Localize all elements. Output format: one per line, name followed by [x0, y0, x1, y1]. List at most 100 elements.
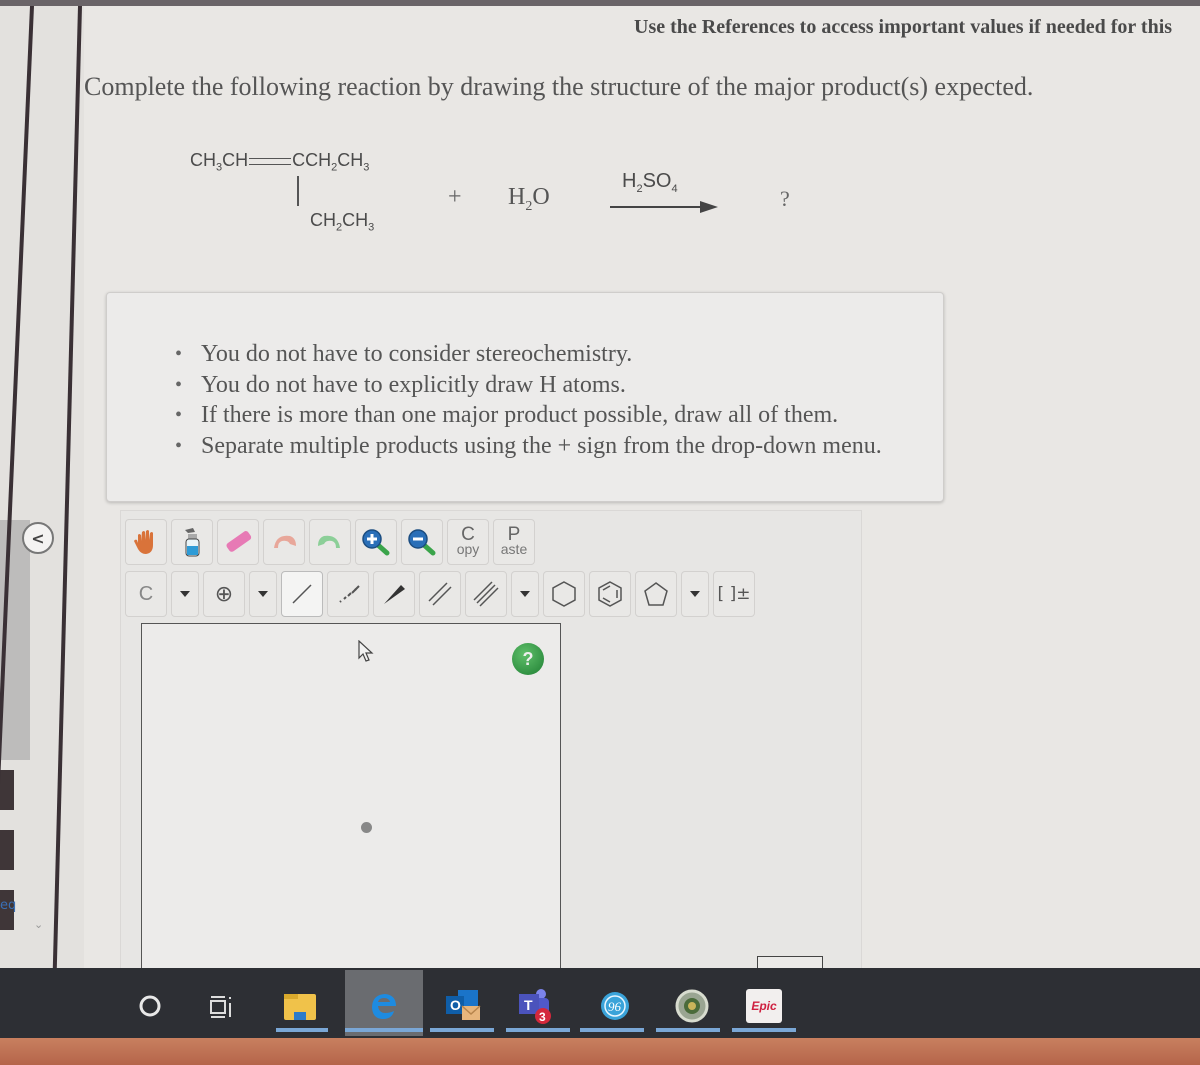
taskbar-file-explorer[interactable]: [280, 986, 320, 1026]
bracket-icon: [ ]±: [717, 584, 751, 604]
chevron-left-icon: <: [31, 528, 45, 548]
side-tab-label[interactable]: eq: [0, 898, 16, 913]
epic-label: Epic: [751, 999, 777, 1013]
outlook-icon: O: [446, 990, 481, 1020]
double-bond: [249, 157, 292, 165]
reactant-right-group: CCH2CH3: [292, 150, 370, 174]
svg-text:3: 3: [539, 1010, 546, 1024]
taskbar-cortana[interactable]: [130, 986, 170, 1026]
caret-down-icon: [258, 591, 268, 597]
move-tool-button[interactable]: [125, 519, 167, 565]
reagent-water: H2O: [508, 184, 550, 214]
toolbar-row-2: C ⊕ [ ]±: [125, 571, 755, 617]
collapse-panel-button[interactable]: <: [22, 522, 54, 554]
undo-icon: [274, 535, 296, 548]
cyclohexane-button[interactable]: [543, 571, 585, 617]
copy-button[interactable]: C opy: [447, 519, 489, 565]
side-tab[interactable]: [0, 770, 14, 810]
side-tab[interactable]: [0, 830, 14, 870]
clear-tool-button[interactable]: [171, 519, 213, 565]
caret-down-icon: [180, 591, 190, 597]
reaction-arrow: [610, 206, 704, 208]
charge-dropdown[interactable]: [249, 571, 277, 617]
taskbar-seal-app[interactable]: [672, 986, 712, 1026]
caret-down-icon: [690, 591, 700, 597]
references-note: Use the References to access important v…: [634, 16, 1173, 38]
copy-label-letter: C: [461, 524, 475, 545]
bond-dropdown[interactable]: [511, 571, 539, 617]
benzene-button[interactable]: [589, 571, 631, 617]
triple-bond-icon: [473, 581, 499, 607]
taskbar-epic[interactable]: Epic: [744, 986, 784, 1026]
toolbar-row-1: C opy P aste: [125, 519, 535, 565]
teams-icon: T3: [519, 989, 551, 1024]
hashed-bond-button[interactable]: [327, 571, 369, 617]
chevron-down-icon[interactable]: ⌄: [34, 918, 43, 931]
taskbar-running-indicator: [656, 1028, 720, 1032]
wedge-bond-button[interactable]: [373, 571, 415, 617]
double-bond-icon: [428, 582, 452, 606]
eraser-icon: [226, 531, 252, 552]
cyclopentane-button[interactable]: [635, 571, 677, 617]
epic-icon: Epic: [746, 989, 782, 1023]
triple-bond-button[interactable]: [465, 571, 507, 617]
atom-label: C: [138, 582, 154, 605]
screen-top-edge: [0, 0, 1200, 6]
taskbar-teams[interactable]: T3: [514, 986, 554, 1026]
ge-icon: 96: [601, 992, 629, 1020]
charge-plus-icon: ⊕: [214, 581, 234, 607]
zoom-out-button[interactable]: [401, 519, 443, 565]
charge-button[interactable]: ⊕: [203, 571, 245, 617]
wedge-bond-icon: [384, 585, 405, 604]
copy-label-rest: opy: [456, 541, 480, 557]
canvas-dot: [361, 822, 372, 833]
branch-bond: [297, 176, 299, 206]
zoom-in-button[interactable]: [355, 519, 397, 565]
atom-selector-button[interactable]: C: [125, 571, 167, 617]
atom-dropdown[interactable]: [171, 571, 199, 617]
taskbar-ge-app[interactable]: 96: [595, 986, 635, 1026]
redo-icon: [318, 535, 340, 548]
ring-dropdown[interactable]: [681, 571, 709, 617]
taskbar-outlook[interactable]: O: [443, 986, 483, 1026]
seal-icon: [675, 989, 709, 1023]
bracket-charge-button[interactable]: [ ]±: [713, 571, 755, 617]
arrow-head-icon: [700, 201, 718, 213]
svg-text:T: T: [524, 997, 533, 1013]
help-button[interactable]: ?: [512, 643, 544, 675]
instruction-item: You do not have to explicitly draw H ato…: [175, 370, 882, 401]
taskbar-task-view[interactable]: [202, 986, 242, 1026]
redo-button[interactable]: [309, 519, 351, 565]
taskbar-running-indicator: [506, 1028, 570, 1032]
taskbar-edge[interactable]: [364, 986, 404, 1026]
paste-label-rest: aste: [500, 541, 528, 557]
instruction-item: Separate multiple products using the + s…: [175, 431, 882, 462]
catalyst-label: H2SO4: [622, 170, 678, 195]
instructions-box: You do not have to consider stereochemis…: [106, 292, 944, 502]
reactant-branch: CH2CH3: [310, 210, 375, 234]
single-bond-icon: [292, 584, 312, 604]
reactant-left-group: CH3CH: [190, 150, 249, 174]
paste-label-letter: P: [507, 524, 521, 545]
caret-down-icon: [520, 591, 530, 597]
zoom-out-icon: [408, 529, 436, 556]
edge-icon: [372, 994, 396, 1019]
cyclohexane-icon: [552, 581, 576, 607]
paste-button[interactable]: P aste: [493, 519, 535, 565]
undo-button[interactable]: [263, 519, 305, 565]
taskbar-running-indicator: [580, 1028, 644, 1032]
single-bond-button[interactable]: [281, 571, 323, 617]
taskbar-running-indicator: [345, 1028, 423, 1032]
hashed-wedge-bond-icon: [339, 585, 360, 603]
zoom-in-icon: [362, 529, 390, 556]
double-bond-button[interactable]: [419, 571, 461, 617]
hand-icon: [134, 530, 153, 554]
svg-text:O: O: [450, 997, 461, 1013]
eraser-button[interactable]: [217, 519, 259, 565]
drawing-canvas[interactable]: [141, 623, 561, 984]
instruction-item: If there is more than one major product …: [175, 400, 882, 431]
mouse-cursor-icon: [358, 640, 374, 662]
taskbar-running-indicator: [430, 1028, 494, 1032]
folder-icon: [284, 994, 316, 1020]
plus-sign: +: [448, 184, 462, 210]
